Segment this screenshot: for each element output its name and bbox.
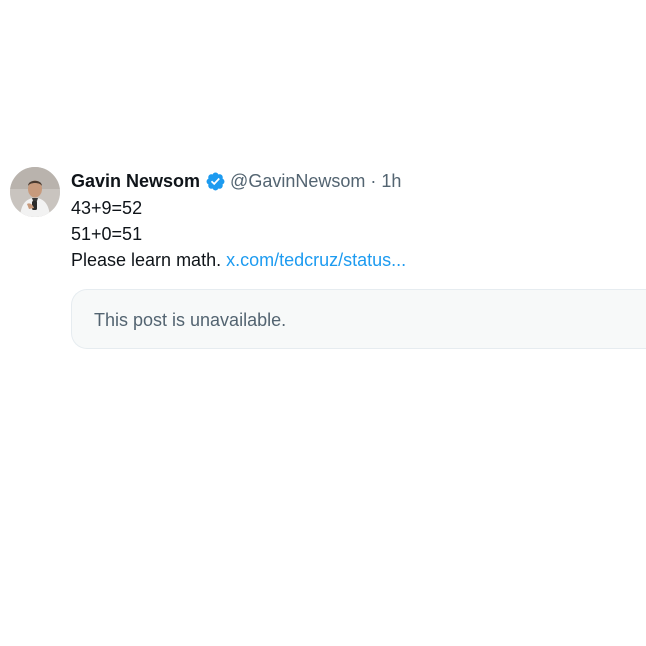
timestamp[interactable]: 1h [381, 167, 401, 195]
tweet-closing-text: Please learn math. [71, 250, 222, 270]
avatar[interactable] [10, 167, 60, 217]
tweet-line-2: 51+0=51 [71, 224, 143, 244]
tweet-line-1: 43+9=52 [71, 198, 143, 218]
separator-dot: · [370, 171, 377, 191]
unavailable-quote-card[interactable]: This post is unavailable. [71, 289, 646, 349]
tweet-text: 43+9=52 51+0=51 Please learn math. x.com… [71, 195, 646, 273]
author-handle[interactable]: @GavinNewsom [230, 167, 365, 195]
quote-unavailable-text: This post is unavailable. [94, 310, 287, 330]
quoted-link[interactable]: x.com/tedcruz/status... [226, 250, 406, 270]
tweet-line-3: Please learn math. x.com/tedcruz/status.… [71, 247, 646, 273]
tweet-header: Gavin Newsom @GavinNewsom · 1h [71, 167, 646, 195]
tweet-content: Gavin Newsom @GavinNewsom · 1h 43+9=52 5… [71, 167, 646, 349]
verified-badge-icon[interactable] [205, 171, 226, 192]
author-name[interactable]: Gavin Newsom [71, 167, 200, 195]
avatar-photo [10, 167, 60, 217]
